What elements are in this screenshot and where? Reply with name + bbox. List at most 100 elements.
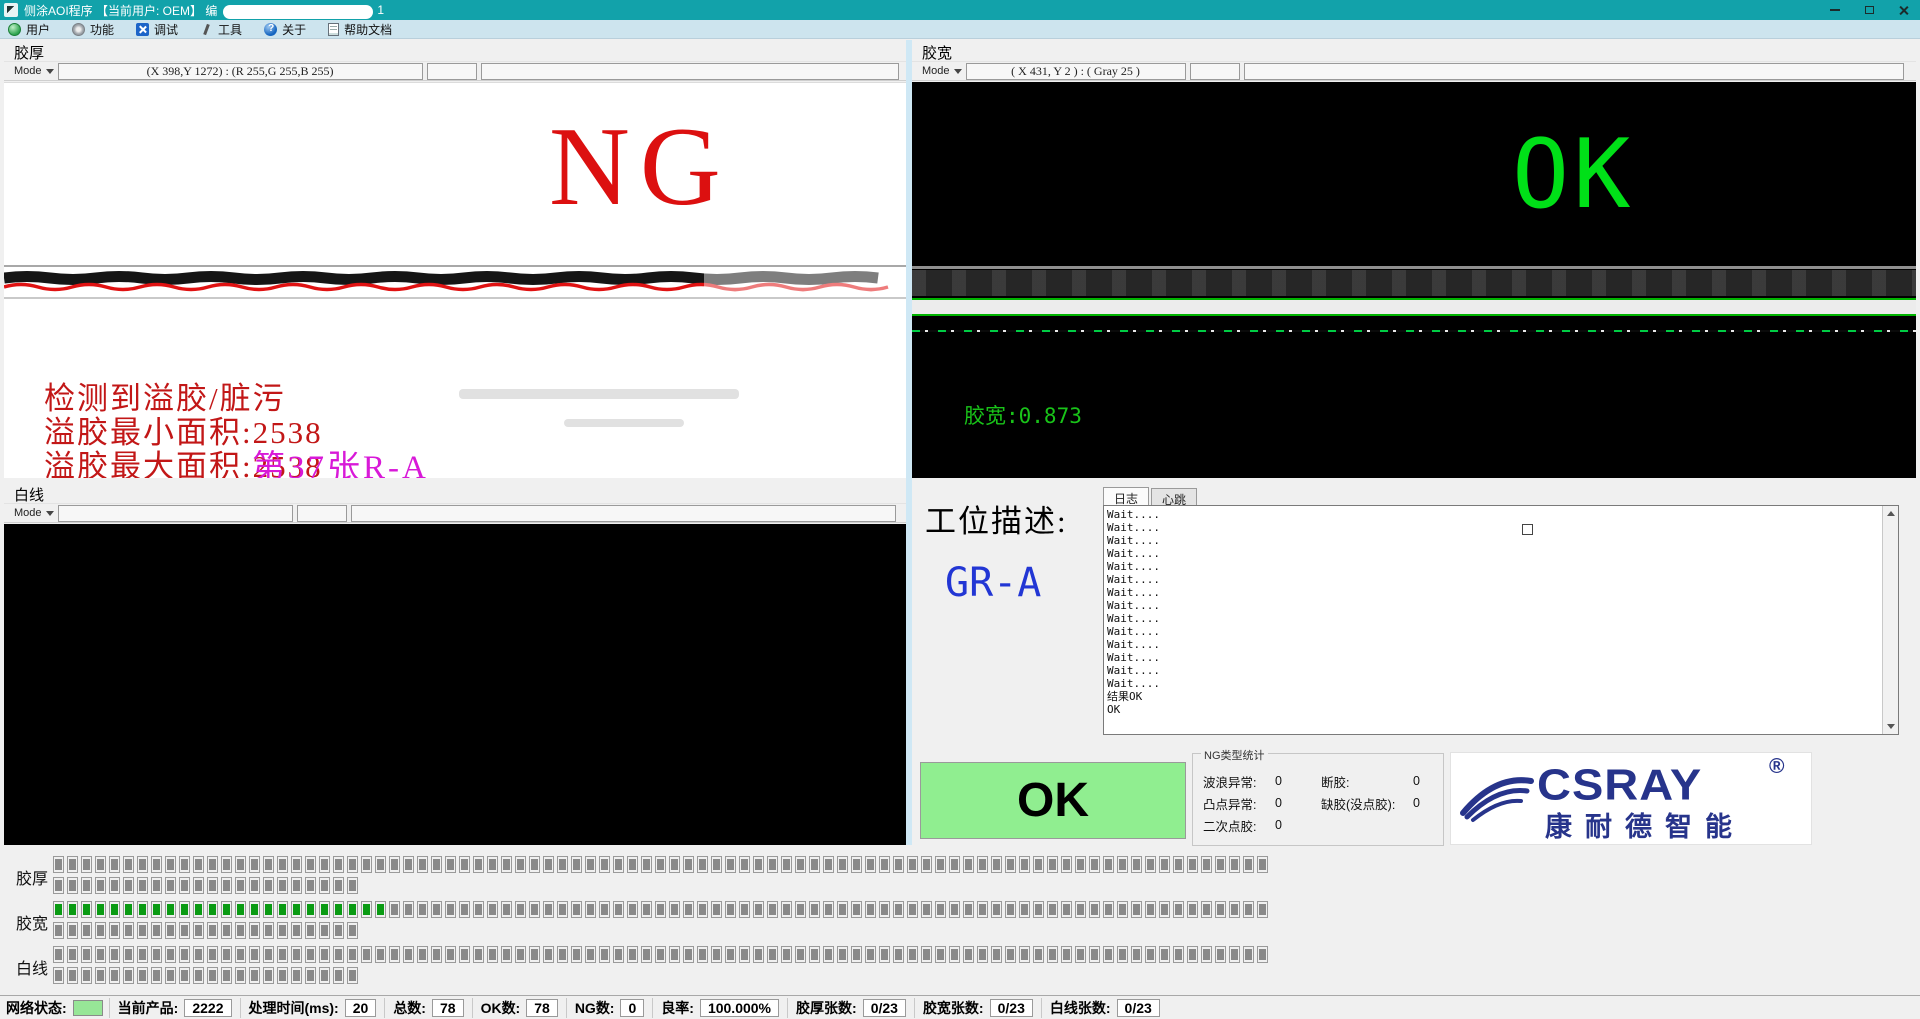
minimize-button[interactable] <box>1818 0 1852 20</box>
mode-dropdown[interactable]: Mode <box>4 507 58 519</box>
log-line: Wait.... <box>1107 638 1880 651</box>
progress-cell <box>361 946 372 963</box>
status-label: 当前产品: <box>118 998 179 1018</box>
status-item: 白线张数:0/23 <box>1041 998 1168 1018</box>
progress-cell <box>851 901 862 918</box>
progress-cell <box>403 856 414 873</box>
menu-item-function[interactable]: 功能 <box>64 20 128 39</box>
progress-cell-filled <box>235 901 246 918</box>
mode-field-small <box>427 63 477 80</box>
progress-cell <box>613 901 624 918</box>
network-status-indicator <box>73 1000 103 1016</box>
progress-cell <box>431 901 442 918</box>
result-text-ok: OK <box>1512 128 1634 223</box>
registered-mark-icon: ® <box>1769 755 1784 779</box>
progress-row <box>53 856 1271 877</box>
status-item: 当前产品: 2222 <box>109 998 240 1018</box>
tab-心跳[interactable]: 心跳 <box>1151 488 1197 506</box>
title-bar: 侧涂AOI程序 【当前用户: OEM】 编 1 <box>0 0 1920 20</box>
ng-stat-label: 二次点胶: <box>1203 816 1275 835</box>
progress-cell <box>823 946 834 963</box>
menu-item-debug[interactable]: 调试 <box>128 20 192 39</box>
image-view-white-line[interactable] <box>4 524 906 845</box>
progress-cell <box>193 877 204 894</box>
overall-result-button[interactable]: OK <box>920 762 1186 839</box>
progress-cell <box>221 967 232 984</box>
status-items: 当前产品:2222处理时间(ms):20总数:78OK数:78NG数:0良率:1… <box>109 998 1168 1018</box>
maximize-button[interactable] <box>1852 0 1886 20</box>
status-value: 2222 <box>184 999 231 1017</box>
mode-bar: Mode ( X 431, Y 2 ) : ( Gray 25 ) <box>912 61 1916 81</box>
log-line: OK <box>1107 703 1880 716</box>
image-view-glue-thickness[interactable]: NG 检测到溢胶/脏污 溢胶最小面积:2538 溢胶最大面积:2538 第37张… <box>4 82 906 478</box>
progress-cell <box>1005 901 1016 918</box>
progress-cell <box>263 877 274 894</box>
progress-cell <box>739 901 750 918</box>
progress-cell-filled <box>277 901 288 918</box>
menu-item-user[interactable]: 用户 <box>0 20 64 39</box>
scroll-down-button[interactable] <box>1883 719 1898 734</box>
progress-cell <box>809 901 820 918</box>
about-icon <box>264 23 277 36</box>
progress-cell <box>865 856 876 873</box>
progress-cell <box>1229 856 1240 873</box>
progress-cell <box>515 856 526 873</box>
progress-cell <box>319 946 330 963</box>
status-label: OK数: <box>481 998 521 1018</box>
progress-cell <box>291 922 302 939</box>
mode-dropdown[interactable]: Mode <box>4 65 58 77</box>
progress-cell-filled <box>347 901 358 918</box>
mode-field-small <box>297 505 347 522</box>
progress-cell <box>977 856 988 873</box>
progress-cell <box>235 967 246 984</box>
progress-cell <box>529 901 540 918</box>
progress-cell <box>431 856 442 873</box>
log-checkbox[interactable] <box>1522 524 1533 535</box>
tab-日志[interactable]: 日志 <box>1103 487 1149 506</box>
progress-cell <box>333 946 344 963</box>
progress-cell <box>515 901 526 918</box>
scroll-up-button[interactable] <box>1883 506 1898 521</box>
progress-cell-filled <box>95 901 106 918</box>
progress-row <box>53 967 1271 988</box>
log-line: 结果OK <box>1107 690 1880 703</box>
progress-cell <box>739 946 750 963</box>
progress-cell <box>305 877 316 894</box>
progress-cell <box>249 967 260 984</box>
progress-cell <box>305 946 316 963</box>
menu-item-tools[interactable]: 工具 <box>192 20 256 39</box>
mode-field-small <box>1190 63 1240 80</box>
log-scrollbar[interactable] <box>1882 506 1898 734</box>
image-view-glue-width[interactable]: OK 胶宽:0.873 <box>912 82 1916 478</box>
smudge-overlay <box>459 389 739 399</box>
progress-section-2: 胶宽 <box>0 901 1920 943</box>
progress-cell <box>333 856 344 873</box>
status-item: 胶宽张数:0/23 <box>914 998 1041 1018</box>
log-line: Wait.... <box>1107 651 1880 664</box>
progress-cell <box>1173 946 1184 963</box>
menu-item-help-doc[interactable]: 帮助文档 <box>320 20 406 39</box>
arrow-down-icon <box>1887 724 1895 729</box>
progress-cell <box>81 877 92 894</box>
menu-bar: 用户 功能调试工具关于帮助文档 <box>0 20 1920 39</box>
brand-subtitle: 康耐德智能 <box>1545 805 1745 844</box>
panel-glue-width: 胶宽 Mode ( X 431, Y 2 ) : ( Gray 25 ) OK … <box>912 40 1916 478</box>
progress-cell <box>165 877 176 894</box>
progress-cell-filled <box>81 901 92 918</box>
close-button[interactable] <box>1886 0 1920 20</box>
progress-cell <box>655 856 666 873</box>
menu-item-label: 功能 <box>90 21 114 38</box>
status-label: NG数: <box>575 998 615 1018</box>
progress-cell <box>725 946 736 963</box>
menu-item-about[interactable]: 关于 <box>256 20 320 39</box>
progress-cell <box>473 901 484 918</box>
mode-dropdown[interactable]: Mode <box>912 65 966 77</box>
progress-cell <box>305 856 316 873</box>
close-icon <box>1898 5 1909 16</box>
progress-cell <box>641 901 652 918</box>
progress-cell <box>193 946 204 963</box>
progress-cell <box>1159 856 1170 873</box>
progress-cell <box>123 967 134 984</box>
progress-cell <box>1173 901 1184 918</box>
ng-stats-column-2: 断胶:0缺胶(没点胶):0 <box>1321 770 1420 814</box>
